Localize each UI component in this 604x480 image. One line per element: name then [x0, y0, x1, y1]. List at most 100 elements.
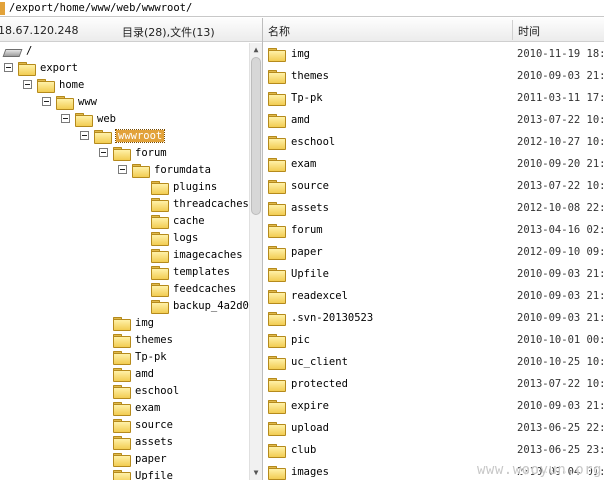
file-row[interactable]: readexcel 2010-09-03 21:1 [263, 285, 604, 307]
tree-item[interactable]: img [113, 314, 154, 331]
file-row[interactable]: amd 2013-07-22 10:0 [263, 109, 604, 131]
file-row[interactable]: paper 2012-09-10 09:2 [263, 241, 604, 263]
column-separator[interactable] [512, 20, 513, 40]
tree-item-label: eschool [135, 384, 180, 397]
tree-item-label: paper [135, 452, 167, 465]
file-row[interactable]: Upfile 2010-09-03 21:1 [263, 263, 604, 285]
tree-item[interactable]: web [61, 110, 116, 127]
tree-item[interactable]: backup_4a2d0! [151, 297, 255, 314]
file-time: 2010-10-25 10:1 [517, 356, 604, 368]
tree-scrollbar[interactable]: ▲ ▼ [249, 43, 262, 480]
tree-item-label: plugins [173, 180, 218, 193]
file-time: 2010-11-19 18:4 [517, 48, 604, 60]
file-name: img [291, 48, 310, 60]
folder-icon [113, 146, 131, 161]
tree-item-label: img [135, 316, 154, 329]
file-name: pic [291, 334, 310, 346]
file-time: 2013-07-22 10:0 [517, 378, 604, 390]
file-list[interactable]: img 2010-11-19 18:4 themes 2010-09-03 21:1 T… [263, 43, 604, 480]
directory-tree[interactable]: / export home www web wwwroot forum forumdata pl… [0, 43, 262, 480]
file-row[interactable]: exam 2010-09-20 21:0 [263, 153, 604, 175]
tree-item[interactable]: imagecaches [151, 246, 243, 263]
tree-item[interactable]: assets [113, 433, 173, 450]
folder-icon [151, 214, 169, 229]
collapse-icon[interactable] [80, 131, 89, 140]
folder-icon [268, 48, 286, 62]
file-name: upload [291, 422, 329, 434]
tree-item[interactable]: Upfile [113, 467, 173, 480]
file-time: 2013-04-16 02:4 [517, 224, 604, 236]
tree-item[interactable]: forum [99, 144, 167, 161]
file-row[interactable]: uc_client 2010-10-25 10:1 [263, 351, 604, 373]
file-row[interactable]: .svn-20130523 2010-09-03 21:1 [263, 307, 604, 329]
column-time-header[interactable]: 时间 [518, 23, 540, 39]
file-time: 2010-09-03 21:1 [517, 312, 604, 324]
scroll-up-icon[interactable]: ▲ [250, 44, 262, 56]
tree-item[interactable]: export [4, 59, 78, 76]
file-name: .svn-20130523 [291, 312, 374, 324]
tree-item[interactable]: forumdata [118, 161, 211, 178]
tree-item[interactable]: eschool [113, 382, 179, 399]
file-time: 2010-09-03 21:1 [517, 70, 604, 82]
folder-icon [113, 367, 131, 382]
path-bar[interactable]: /export/home/www/web/wwwroot/ [0, 0, 604, 17]
file-row[interactable]: eschool 2012-10-27 10:3 [263, 131, 604, 153]
file-row[interactable]: pic 2010-10-01 00:1 [263, 329, 604, 351]
collapse-icon[interactable] [99, 148, 108, 157]
file-row[interactable]: Tp-pk 2011-03-11 17:2 [263, 87, 604, 109]
file-row[interactable]: protected 2013-07-22 10:0 [263, 373, 604, 395]
file-name: eschool [291, 136, 336, 148]
collapse-icon[interactable] [61, 114, 70, 123]
file-name: expire [291, 400, 329, 412]
tree-item[interactable]: paper [113, 450, 167, 467]
file-row[interactable]: assets 2012-10-08 22:3 [263, 197, 604, 219]
tree-item-label: Upfile [135, 469, 173, 480]
tree-item[interactable]: www [42, 93, 97, 110]
tree-item[interactable]: home [23, 76, 84, 93]
folder-icon [268, 466, 286, 480]
tree-item-label: exam [135, 401, 161, 414]
tree-item[interactable]: exam [113, 399, 160, 416]
file-row[interactable]: upload 2013-06-25 22:3 [263, 417, 604, 439]
file-time: 2013-07-22 10:0 [517, 114, 604, 126]
tree-item[interactable]: threadcaches [151, 195, 249, 212]
tree-item[interactable]: themes [113, 331, 173, 348]
collapse-icon[interactable] [4, 63, 13, 72]
collapse-icon[interactable] [118, 165, 127, 174]
folder-icon [268, 356, 286, 370]
scroll-thumb[interactable] [251, 57, 261, 215]
file-row[interactable]: source 2013-07-22 10:0 [263, 175, 604, 197]
tree-item[interactable]: logs [151, 229, 198, 246]
file-row[interactable]: img 2010-11-19 18:4 [263, 43, 604, 65]
folder-icon [113, 333, 131, 348]
collapse-icon[interactable] [42, 97, 51, 106]
file-row[interactable]: themes 2010-09-03 21:1 [263, 65, 604, 87]
current-path[interactable]: /export/home/www/web/wwwroot/ [9, 2, 192, 14]
tree-item[interactable]: source [113, 416, 173, 433]
folder-icon [268, 312, 286, 326]
tree-item[interactable]: wwwroot [80, 127, 166, 144]
folder-icon [113, 435, 131, 450]
tree-item[interactable]: templates [151, 263, 230, 280]
tree-header: 18.67.120.248 目录(28),文件(13) [0, 18, 262, 42]
tree-item[interactable]: cache [151, 212, 205, 229]
folder-icon [268, 290, 286, 304]
folder-icon [151, 248, 169, 263]
file-name: uc_client [291, 356, 348, 368]
folder-icon [94, 129, 112, 144]
tree-item[interactable]: feedcaches [151, 280, 236, 297]
column-name-header[interactable]: 名称 [268, 23, 290, 39]
tree-item[interactable]: amd [113, 365, 154, 382]
scroll-down-icon[interactable]: ▼ [250, 467, 262, 479]
tree-item[interactable]: Tp-pk [113, 348, 167, 365]
file-time: 2011-03-11 17:2 [517, 92, 604, 104]
file-row[interactable]: club 2013-06-25 23:5 [263, 439, 604, 461]
file-time: 2012-10-27 10:3 [517, 136, 604, 148]
file-row[interactable]: forum 2013-04-16 02:4 [263, 219, 604, 241]
file-time: 2010-09-03 21:1 [517, 268, 604, 280]
file-row[interactable]: expire 2010-09-03 21:1 [263, 395, 604, 417]
folder-icon [268, 224, 286, 238]
tree-item[interactable]: / [4, 43, 32, 59]
tree-item[interactable]: plugins [151, 178, 217, 195]
collapse-icon[interactable] [23, 80, 32, 89]
